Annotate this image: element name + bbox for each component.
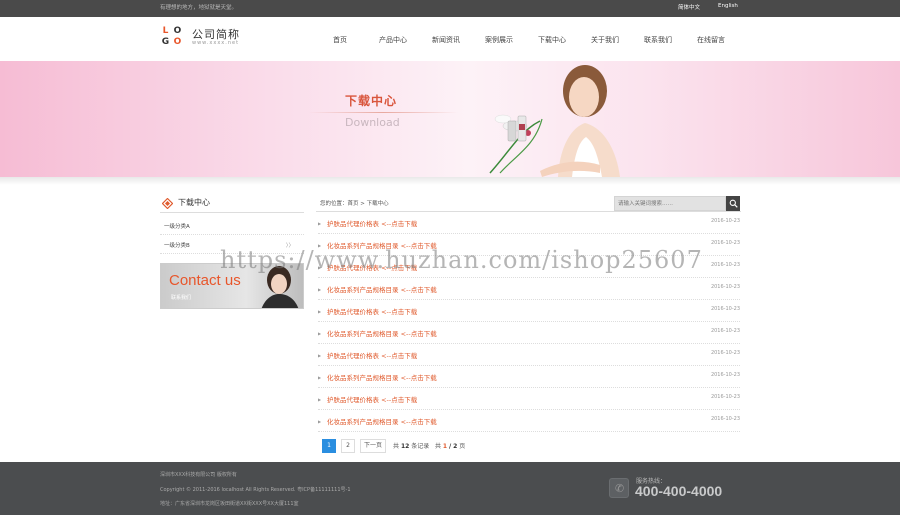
pager-summary: 共 12 条记录 共 1 / 2 页 — [393, 441, 465, 455]
logo-letter: G — [161, 37, 170, 47]
nav-message[interactable]: 在线留言 — [697, 35, 725, 45]
download-row[interactable]: ▶ 化妆品系列产品规格目录 <--点击下载 2016-10-23 — [318, 410, 740, 432]
search-icon — [729, 199, 738, 208]
nav-downloads[interactable]: 下载中心 — [538, 35, 566, 45]
download-date: 2016-10-23 — [710, 306, 740, 312]
footer-copyright: Copyright © 2011-2016 localhost All Righ… — [160, 487, 351, 493]
banner-title: 下载中心 — [345, 94, 398, 108]
footer-address: 地址：广东省深圳市龙岗区坂田街道XX街XXX号XX大厦111室 — [160, 501, 299, 507]
page-banner: 下载中心 Download — [0, 61, 900, 177]
search-input[interactable] — [614, 196, 726, 211]
footer-company: 深圳市XXX科技有限公司 版权所有 — [160, 472, 237, 478]
bullet-icon: ▶ — [318, 353, 322, 358]
bullet-icon: ▶ — [318, 397, 322, 402]
lang-chinese-link[interactable]: 简体中文 — [678, 3, 700, 11]
download-date: 2016-10-23 — [710, 416, 740, 422]
download-title[interactable]: 化妆品系列产品规格目录 <--点击下载 — [327, 328, 437, 338]
bullet-icon: ▶ — [318, 221, 322, 226]
bullet-icon: ▶ — [318, 419, 322, 424]
nav-contact[interactable]: 联系我们 — [644, 35, 672, 45]
download-row[interactable]: ▶ 护肤品代理价格表 <--点击下载 2016-10-23 — [318, 212, 740, 234]
bullet-icon: ▶ — [318, 287, 322, 292]
banner-divider — [308, 112, 458, 113]
nav-home[interactable]: 首页 — [333, 35, 347, 45]
download-row[interactable]: ▶ 化妆品系列产品规格目录 <--点击下载 2016-10-23 — [318, 278, 740, 300]
site-footer: 深圳市XXX科技有限公司 版权所有 Copyright © 2011-2016 … — [0, 462, 900, 515]
pager-current-page: 1 — [442, 443, 448, 450]
download-date: 2016-10-23 — [710, 328, 740, 334]
sidebar-title-text: 下载中心 — [178, 198, 210, 207]
download-date: 2016-10-23 — [710, 218, 740, 224]
pager-text: 共 — [434, 443, 441, 450]
search-form — [614, 196, 740, 211]
sidebar-item-label: 一级分类B — [164, 243, 190, 249]
pager-text: 条记录 — [411, 443, 430, 450]
banner-subtitle: Download — [345, 116, 400, 129]
bullet-icon: ▶ — [318, 331, 322, 336]
site-header: L O G O 公司简称 www.xxxx.net 首页 产品中心 新闻资讯 案… — [0, 17, 900, 61]
sidebar-title: 下载中心 — [160, 195, 304, 213]
diamond-icon — [162, 198, 173, 209]
download-date: 2016-10-23 — [710, 240, 740, 246]
download-row[interactable]: ▶ 护肤品代理价格表 <--点击下载 2016-10-23 — [318, 344, 740, 366]
download-row[interactable]: ▶ 护肤品代理价格表 <--点击下载 2016-10-23 — [318, 388, 740, 410]
contact-us-title: Contact us — [169, 272, 241, 289]
pager-sep: / — [449, 443, 452, 450]
nav-news[interactable]: 新闻资讯 — [432, 35, 460, 45]
download-title[interactable]: 化妆品系列产品规格目录 <--点击下载 — [327, 284, 437, 294]
bullet-icon: ▶ — [318, 309, 322, 314]
download-title[interactable]: 化妆品系列产品规格目录 <--点击下载 — [327, 372, 437, 382]
bullet-icon: ▶ — [318, 375, 322, 380]
pager-total-count: 12 — [400, 443, 410, 450]
banner-model-image — [489, 65, 620, 177]
watermark: https://www.huzhan.com/ishop25607 — [220, 246, 703, 274]
phone-icon: ✆ — [609, 478, 629, 498]
sidebar-item-label: 一级分类A — [164, 224, 190, 230]
download-title[interactable]: 化妆品系列产品规格目录 <--点击下载 — [327, 416, 437, 426]
logo-letter: L — [162, 26, 169, 36]
hotline-number: 400-400-4000 — [635, 483, 723, 499]
pager-text: 页 — [459, 443, 466, 450]
download-row[interactable]: ▶ 化妆品系列产品规格目录 <--点击下载 2016-10-23 — [318, 322, 740, 344]
top-bar: 有理想的地方，地狱就是天堂。 简体中文 English — [0, 0, 900, 17]
pager-next-button[interactable]: 下一页 — [360, 439, 386, 453]
download-date: 2016-10-23 — [710, 350, 740, 356]
download-date: 2016-10-23 — [710, 372, 740, 378]
download-date: 2016-10-23 — [710, 262, 740, 268]
sidebar-item-category-a[interactable]: 一级分类A — [160, 217, 304, 235]
lang-english-link[interactable]: English — [718, 3, 738, 9]
download-row[interactable]: ▶ 护肤品代理价格表 <--点击下载 2016-10-23 — [318, 300, 740, 322]
download-title[interactable]: 护肤品代理价格表 <--点击下载 — [327, 218, 417, 228]
download-row[interactable]: ▶ 化妆品系列产品规格目录 <--点击下载 2016-10-23 — [318, 366, 740, 388]
nav-about[interactable]: 关于我们 — [591, 35, 619, 45]
slogan: 有理想的地方，地狱就是天堂。 — [160, 5, 238, 11]
breadcrumb: 您的位置：首页 > 下载中心 — [320, 201, 389, 207]
logo-letter: O — [173, 37, 182, 47]
banner-shadow — [0, 177, 900, 185]
pager-text: 共 — [393, 443, 400, 450]
nav-cases[interactable]: 案例展示 — [485, 35, 513, 45]
pager-page-2[interactable]: 2 — [341, 439, 355, 453]
nav-products[interactable]: 产品中心 — [379, 35, 407, 45]
pager-total-pages: 2 — [453, 443, 458, 450]
logo-letter: O — [173, 26, 182, 36]
contact-us-subtitle: 联系我们 — [171, 295, 192, 301]
download-title[interactable]: 护肤品代理价格表 <--点击下载 — [327, 394, 417, 404]
download-date: 2016-10-23 — [710, 284, 740, 290]
download-title[interactable]: 护肤品代理价格表 <--点击下载 — [327, 306, 417, 316]
search-button[interactable] — [726, 196, 740, 211]
company-url: www.xxxx.net — [192, 40, 240, 46]
pager-page-1[interactable]: 1 — [322, 439, 336, 453]
logo-mark[interactable]: L O G O — [160, 26, 186, 48]
download-title[interactable]: 护肤品代理价格表 <--点击下载 — [327, 350, 417, 360]
download-date: 2016-10-23 — [710, 394, 740, 400]
